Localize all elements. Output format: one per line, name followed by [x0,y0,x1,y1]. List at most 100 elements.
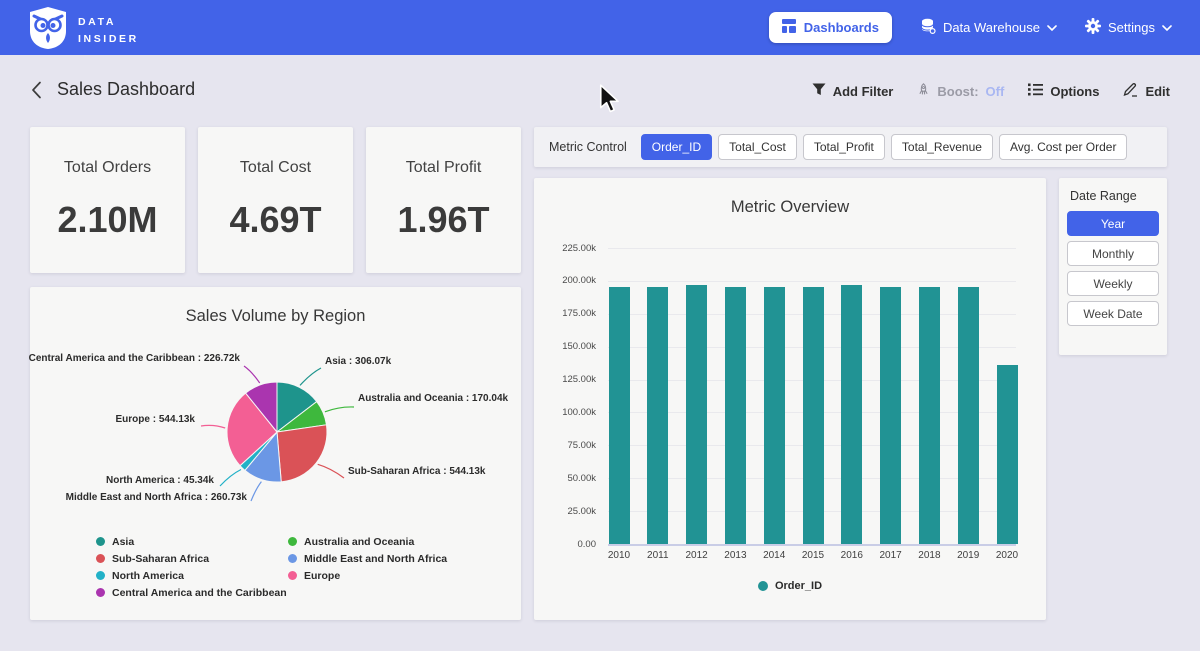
bar-2011 [647,287,668,544]
pie-leader-line [220,470,241,487]
kpi-value: 2.10M [30,199,185,241]
x-axis-tick: 2012 [679,550,715,561]
y-axis-tick: 200.00k [534,275,596,286]
date-range-weekly[interactable]: Weekly [1067,271,1159,296]
legend-label: North America [112,570,184,582]
legend-dot [288,554,297,563]
pie-label-australia-and-oceania: Australia and Oceania : 170.04k [358,393,508,404]
kpi-value: 4.69T [198,199,353,241]
top-nav: DATA INSIDER Dashboards [0,0,1200,55]
bar-2018 [919,287,940,544]
metric-chip-list: Order_IDTotal_CostTotal_ProfitTotal_Reve… [641,134,1128,160]
add-filter-button[interactable]: Add Filter [812,83,894,99]
settings-menu[interactable]: Settings [1085,18,1172,37]
dashboards-button[interactable]: Dashboards [769,12,892,43]
metric-overview-chart-card: Metric Overview Order_ID 225.00k200.00k1… [534,178,1046,620]
legend-label: Middle East and North Africa [304,553,447,565]
kpi-card-total-cost: Total Cost 4.69T [198,127,353,273]
metric-chip-order-id[interactable]: Order_ID [641,134,712,160]
x-axis-tick: 2018 [911,550,947,561]
kpi-label: Total Cost [198,159,353,177]
x-axis-tick: 2016 [834,550,870,561]
boost-toggle[interactable]: Boost: Off [917,83,1004,100]
pie-legend-north-america[interactable]: North America [96,567,287,584]
gridline [608,248,1016,249]
pie-legend-column: Asia Sub-Saharan Africa North America Centr… [96,533,287,601]
date-range-title: Date Range [1070,189,1167,203]
legend-dot [758,581,768,591]
options-button[interactable]: Options [1028,83,1099,99]
pie-leader-line [251,482,261,501]
rocket-icon [917,83,930,100]
gear-icon [1085,18,1101,37]
x-axis-tick: 2011 [640,550,676,561]
bar-2019 [958,287,979,544]
legend-label: Order_ID [775,580,822,592]
bar-chart-legend-order-id[interactable]: Order_ID [534,580,1046,592]
bar-2013 [725,287,746,544]
kpi-card-total-profit: Total Profit 1.96T [366,127,521,273]
pie-legend-middle-east-and-north-africa[interactable]: Middle East and North Africa [288,550,447,567]
legend-dot [96,537,105,546]
brand-name: DATA INSIDER [78,14,139,47]
gridline [608,281,1016,282]
x-axis-tick: 2014 [756,550,792,561]
y-axis-tick: 150.00k [534,341,596,352]
pie-legend-column: Australia and Oceania Middle East and Nor… [288,533,447,584]
top-nav-menu: Dashboards Data Warehouse [769,0,1172,55]
metric-control-bar: Metric Control Order_IDTotal_CostTotal_P… [534,127,1167,167]
x-axis-tick: 2015 [795,550,831,561]
date-range-options: Year Monthly Weekly Week Date [1059,211,1167,326]
x-axis-tick: 2019 [950,550,986,561]
pie-label-central-america-and-the-caribbean: Central America and the Caribbean : 226.… [29,353,240,364]
legend-dot [96,571,105,580]
x-axis-tick: 2017 [873,550,909,561]
pie-label-asia: Asia : 306.07k [325,356,391,367]
metric-chip-total-profit[interactable]: Total_Profit [803,134,885,160]
legend-label: Asia [112,536,134,548]
pie-label-sub-saharan-africa: Sub-Saharan Africa : 544.13k [348,466,485,477]
pie-legend-sub-saharan-africa[interactable]: Sub-Saharan Africa [96,550,287,567]
pie-leader-line [300,368,321,385]
bar-2015 [803,287,824,544]
bar-2014 [764,287,785,544]
pie-label-north-america: North America : 45.34k [106,475,214,486]
y-axis-tick: 25.00k [534,506,596,517]
pie-legend-asia[interactable]: Asia [96,533,287,550]
x-axis-tick: 2013 [717,550,753,561]
pie-leader-line [318,464,344,478]
bar-2012 [686,285,707,544]
chevron-down-icon [1047,20,1057,35]
metric-chip-avg-cost-per-order[interactable]: Avg. Cost per Order [999,134,1128,160]
metric-chip-total-revenue[interactable]: Total_Revenue [891,134,993,160]
legend-label: Australia and Oceania [304,536,414,548]
pie-legend-australia-and-oceania[interactable]: Australia and Oceania [288,533,447,550]
metric-chip-total-cost[interactable]: Total_Cost [718,134,797,160]
pencil-icon [1123,82,1138,100]
date-range-year[interactable]: Year [1067,211,1159,236]
legend-dot [96,554,105,563]
edit-button[interactable]: Edit [1123,82,1170,100]
pie-legend-europe[interactable]: Europe [288,567,447,584]
y-axis-tick: 100.00k [534,407,596,418]
pie-leader-line [201,425,225,428]
back-button[interactable] [30,81,50,101]
date-range-week-date[interactable]: Week Date [1067,301,1159,326]
y-axis-tick: 75.00k [534,440,596,451]
database-icon [920,18,936,37]
legend-dot [288,537,297,546]
dashboards-icon [782,19,796,36]
kpi-value: 1.96T [366,199,521,241]
list-icon [1028,83,1043,99]
data-warehouse-menu[interactable]: Data Warehouse [920,18,1057,37]
date-range-monthly[interactable]: Monthly [1067,241,1159,266]
pie-legend-central-america-and-the-caribbean[interactable]: Central America and the Caribbean [96,584,287,601]
x-axis-line [608,544,1016,546]
x-axis-tick: 2020 [989,550,1025,561]
dashboard-toolbar: Add Filter Boost: Off Options [812,82,1170,100]
brand-logo[interactable]: DATA INSIDER [28,7,139,54]
x-axis-tick: 2010 [601,550,637,561]
pie-leader-line [325,407,354,412]
y-axis-tick: 175.00k [534,308,596,319]
pie-slice-sub-saharan-africa [277,425,327,482]
